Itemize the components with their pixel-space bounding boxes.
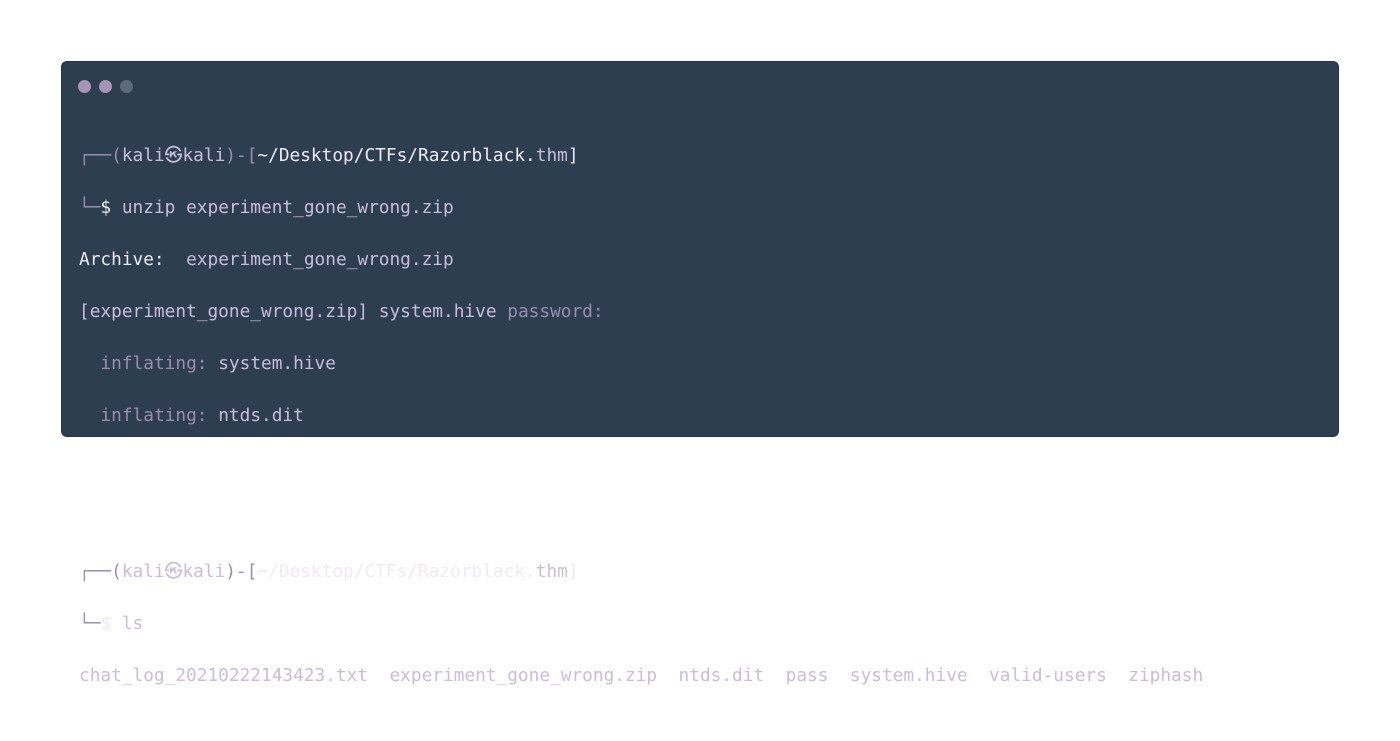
- archive-file: experiment_gone_wrong.zip: [186, 249, 454, 270]
- ls-file: ntds.dit: [678, 665, 765, 686]
- ls-file: chat_log_20210222143423.txt: [79, 665, 369, 686]
- prompt-header-1: ┌──(kali㉿kali)-[~/Desktop/CTFs/Razorblac…: [79, 145, 579, 166]
- ls-file: valid-users: [989, 665, 1107, 686]
- terminal-output: ┌──(kali㉿kali)-[~/Desktop/CTFs/Razorblac…: [79, 117, 1203, 741]
- ls-file: experiment_gone_wrong.zip: [389, 665, 658, 686]
- close-button[interactable]: [78, 80, 91, 93]
- window-controls: [78, 80, 133, 93]
- prompt-host: kali: [182, 561, 226, 582]
- password-label: password:: [507, 301, 604, 322]
- password-archive: [experiment_gone_wrong.zip]: [79, 301, 369, 322]
- inflating-label: inflating:: [100, 405, 208, 426]
- ls-file: ziphash: [1128, 665, 1204, 686]
- command-line-1: └─$ unzip experiment_gone_wrong.zip: [79, 197, 454, 218]
- prompt-path: ~/Desktop/CTFs/Razorblack.: [257, 145, 536, 166]
- prompt-header-2: ┌──(kali㉿kali)-[~/Desktop/CTFs/Razorblac…: [79, 561, 579, 582]
- minimize-button[interactable]: [99, 80, 112, 93]
- inflating-file: ntds.dit: [218, 405, 304, 426]
- password-line: [experiment_gone_wrong.zip] system.hive …: [79, 299, 1203, 325]
- ls-file: system.hive: [849, 665, 968, 686]
- inflating-label: inflating:: [100, 353, 208, 374]
- prompt-user: kali: [121, 145, 165, 166]
- archive-label: Archive:: [79, 249, 165, 270]
- prompt-symbol: ㉿: [164, 561, 183, 582]
- prompt-path-ext: thm: [535, 145, 568, 166]
- command-text: ls: [121, 613, 144, 634]
- prompt-user: kali: [121, 561, 165, 582]
- inflating-file: system.hive: [218, 353, 336, 374]
- inflating-line: inflating: system.hive: [79, 351, 1203, 377]
- prompt-path: ~/Desktop/CTFs/Razorblack.: [257, 561, 536, 582]
- ls-file: pass: [785, 665, 829, 686]
- inflating-line: inflating: ntds.dit: [79, 403, 1203, 429]
- password-file: system.hive: [378, 301, 497, 322]
- maximize-button[interactable]: [120, 80, 133, 93]
- prompt-path-ext: thm: [535, 561, 568, 582]
- archive-line: Archive: experiment_gone_wrong.zip: [79, 247, 1203, 273]
- prompt-host: kali: [182, 145, 226, 166]
- command-line-2: └─$ ls: [79, 613, 144, 634]
- terminal-window: ┌──(kali㉿kali)-[~/Desktop/CTFs/Razorblac…: [62, 62, 1338, 686]
- ls-output: chat_log_20210222143423.txt experiment_g…: [79, 663, 1203, 689]
- command-text: unzip experiment_gone_wrong.zip: [121, 197, 454, 218]
- prompt-symbol: ㉿: [164, 145, 183, 166]
